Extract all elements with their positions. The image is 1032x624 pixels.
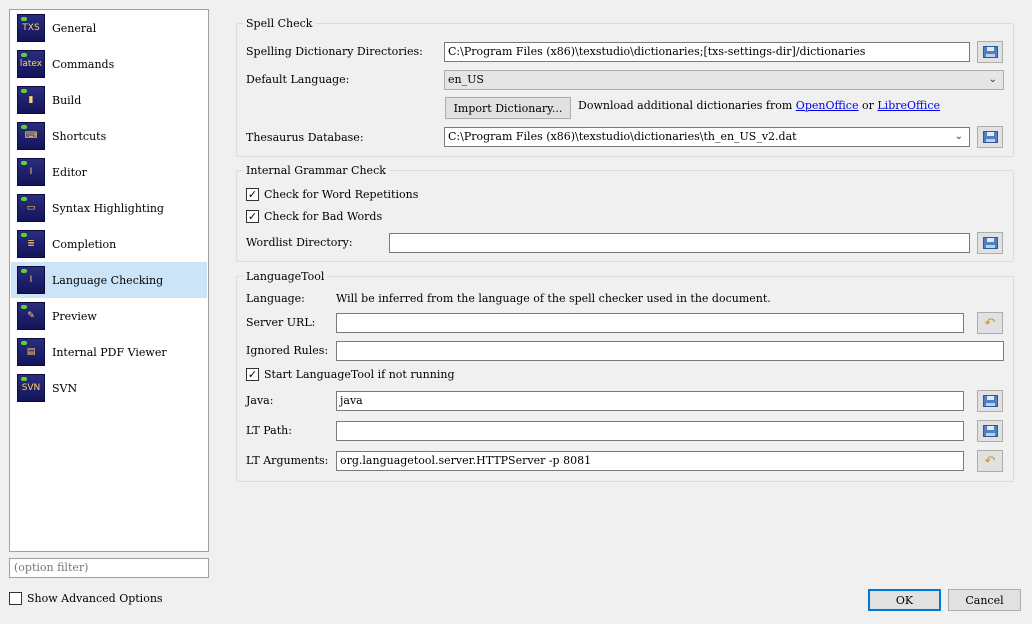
- browse-java-button[interactable]: [977, 390, 1003, 412]
- server-url-label: Server URL:: [246, 316, 316, 329]
- start-languagetool-label: Start LanguageTool if not running: [264, 368, 455, 381]
- checkbox-box[interactable]: ✓: [246, 188, 259, 201]
- language-checking-icon: I: [17, 266, 45, 294]
- show-advanced-options-checkbox[interactable]: ☐ Show Advanced Options: [9, 592, 163, 605]
- build-icon: ▮: [17, 86, 45, 114]
- sidebar-item-label: Syntax Highlighting: [52, 201, 164, 215]
- lt-path-label: LT Path:: [246, 424, 292, 437]
- sidebar-item-label: Editor: [52, 165, 87, 179]
- lt-language-label: Language:: [246, 292, 305, 305]
- browse-dictionary-button[interactable]: [977, 41, 1003, 63]
- grammar-check-title: Internal Grammar Check: [243, 164, 389, 177]
- latex-icon: latex: [17, 50, 45, 78]
- sidebar-item-completion[interactable]: ≣ Completion: [11, 226, 207, 262]
- reset-server-url-button[interactable]: ↶: [977, 312, 1003, 334]
- option-filter-input[interactable]: (option filter): [9, 558, 209, 578]
- completion-icon: ≣: [17, 230, 45, 258]
- java-label: Java:: [246, 394, 274, 407]
- sidebar-item-label: General: [52, 21, 97, 35]
- wordlist-directory-input[interactable]: [389, 233, 970, 253]
- sidebar-item-shortcuts[interactable]: ⌨ Shortcuts: [11, 118, 207, 154]
- sidebar-item-label: Commands: [52, 57, 115, 71]
- openoffice-link[interactable]: OpenOffice: [796, 99, 859, 112]
- ok-button[interactable]: OK: [868, 589, 941, 611]
- reset-undo-icon: ↶: [984, 315, 996, 331]
- sidebar-item-label: Internal PDF Viewer: [52, 345, 167, 359]
- sidebar-item-commands[interactable]: latex Commands: [11, 46, 207, 82]
- ignored-rules-label: Ignored Rules:: [246, 344, 329, 357]
- show-advanced-options-label: Show Advanced Options: [27, 592, 163, 605]
- default-language-value: en_US: [448, 73, 484, 86]
- bad-words-checkbox[interactable]: ✓ Check for Bad Words: [246, 210, 382, 223]
- sidebar-item-general[interactable]: TXS General: [11, 10, 207, 46]
- cancel-button[interactable]: Cancel: [948, 589, 1021, 611]
- download-dictionaries-text: Download additional dictionaries from Op…: [578, 99, 941, 112]
- dictionary-directories-label: Spelling Dictionary Directories:: [246, 45, 423, 58]
- word-repetitions-label: Check for Word Repetitions: [264, 188, 419, 201]
- chevron-down-icon: ⌄: [988, 74, 997, 85]
- folder-browse-icon: [982, 237, 998, 249]
- java-input[interactable]: java: [336, 391, 964, 411]
- sidebar-item-preview[interactable]: ✎ Preview: [11, 298, 207, 334]
- thesaurus-label: Thesaurus Database:: [246, 131, 364, 144]
- word-repetitions-checkbox[interactable]: ✓ Check for Word Repetitions: [246, 188, 418, 201]
- thesaurus-value: C:\Program Files (x86)\texstudio\diction…: [448, 130, 797, 143]
- sidebar-item-label: Build: [52, 93, 82, 107]
- sidebar-item-language-checking[interactable]: I Language Checking: [11, 262, 207, 298]
- languagetool-title: LanguageTool: [243, 270, 328, 283]
- sidebar-item-label: Language Checking: [52, 273, 164, 287]
- dictionary-directories-input[interactable]: C:\Program Files (x86)\texstudio\diction…: [444, 42, 970, 62]
- txs-icon: TXS: [17, 14, 45, 42]
- sidebar-item-svn[interactable]: SVN SVN: [11, 370, 207, 406]
- reset-lt-arguments-button[interactable]: ↶: [977, 450, 1003, 472]
- sidebar-item-build[interactable]: ▮ Build: [11, 82, 207, 118]
- sidebar-item-label: SVN: [52, 381, 78, 395]
- lt-language-value: Will be inferred from the language of th…: [336, 292, 771, 305]
- svn-icon: SVN: [17, 374, 45, 402]
- start-languagetool-checkbox[interactable]: ✓ Start LanguageTool if not running: [246, 368, 454, 381]
- browse-lt-path-button[interactable]: [977, 420, 1003, 442]
- default-language-label: Default Language:: [246, 73, 350, 86]
- thesaurus-combo[interactable]: C:\Program Files (x86)\texstudio\diction…: [444, 127, 970, 147]
- browse-thesaurus-button[interactable]: [977, 126, 1003, 148]
- checkbox-box[interactable]: ✓: [246, 368, 259, 381]
- import-dictionary-button[interactable]: Import Dictionary...: [445, 97, 571, 119]
- folder-browse-icon: [982, 425, 998, 437]
- spell-check-title: Spell Check: [243, 17, 316, 30]
- chevron-down-icon: ⌄: [954, 131, 963, 142]
- server-url-input[interactable]: [336, 313, 964, 333]
- bad-words-label: Check for Bad Words: [264, 210, 383, 223]
- category-list[interactable]: TXS General latex Commands ▮ Build ⌨ Shortcuts I…: [9, 9, 209, 552]
- lt-path-input[interactable]: [336, 421, 964, 441]
- folder-browse-icon: [982, 395, 998, 407]
- wordlist-directory-label: Wordlist Directory:: [246, 236, 353, 249]
- libreoffice-link[interactable]: LibreOffice: [877, 99, 940, 112]
- checkbox-box[interactable]: ✓: [246, 210, 259, 223]
- pdf-viewer-icon: ▤: [17, 338, 45, 366]
- reset-undo-icon: ↶: [984, 453, 996, 469]
- sidebar-item-editor[interactable]: I Editor: [11, 154, 207, 190]
- editor-cursor-icon: I: [17, 158, 45, 186]
- checkbox-box[interactable]: ☐: [9, 592, 22, 605]
- folder-browse-icon: [982, 46, 998, 58]
- keyboard-icon: ⌨: [17, 122, 45, 150]
- sidebar-item-syntax-highlighting[interactable]: ▭ Syntax Highlighting: [11, 190, 207, 226]
- folder-browse-icon: [982, 131, 998, 143]
- sidebar-item-label: Completion: [52, 237, 117, 251]
- sidebar-item-label: Preview: [52, 309, 97, 323]
- lt-arguments-input[interactable]: org.languagetool.server.HTTPServer -p 80…: [336, 451, 964, 471]
- lt-arguments-label: LT Arguments:: [246, 454, 329, 467]
- sidebar-item-label: Shortcuts: [52, 129, 107, 143]
- ignored-rules-input[interactable]: [336, 341, 1004, 361]
- browse-wordlist-button[interactable]: [977, 232, 1003, 254]
- sidebar-item-internal-pdf-viewer[interactable]: ▤ Internal PDF Viewer: [11, 334, 207, 370]
- default-language-select[interactable]: en_US ⌄: [444, 70, 1004, 90]
- preview-icon: ✎: [17, 302, 45, 330]
- syntax-highlighting-icon: ▭: [17, 194, 45, 222]
